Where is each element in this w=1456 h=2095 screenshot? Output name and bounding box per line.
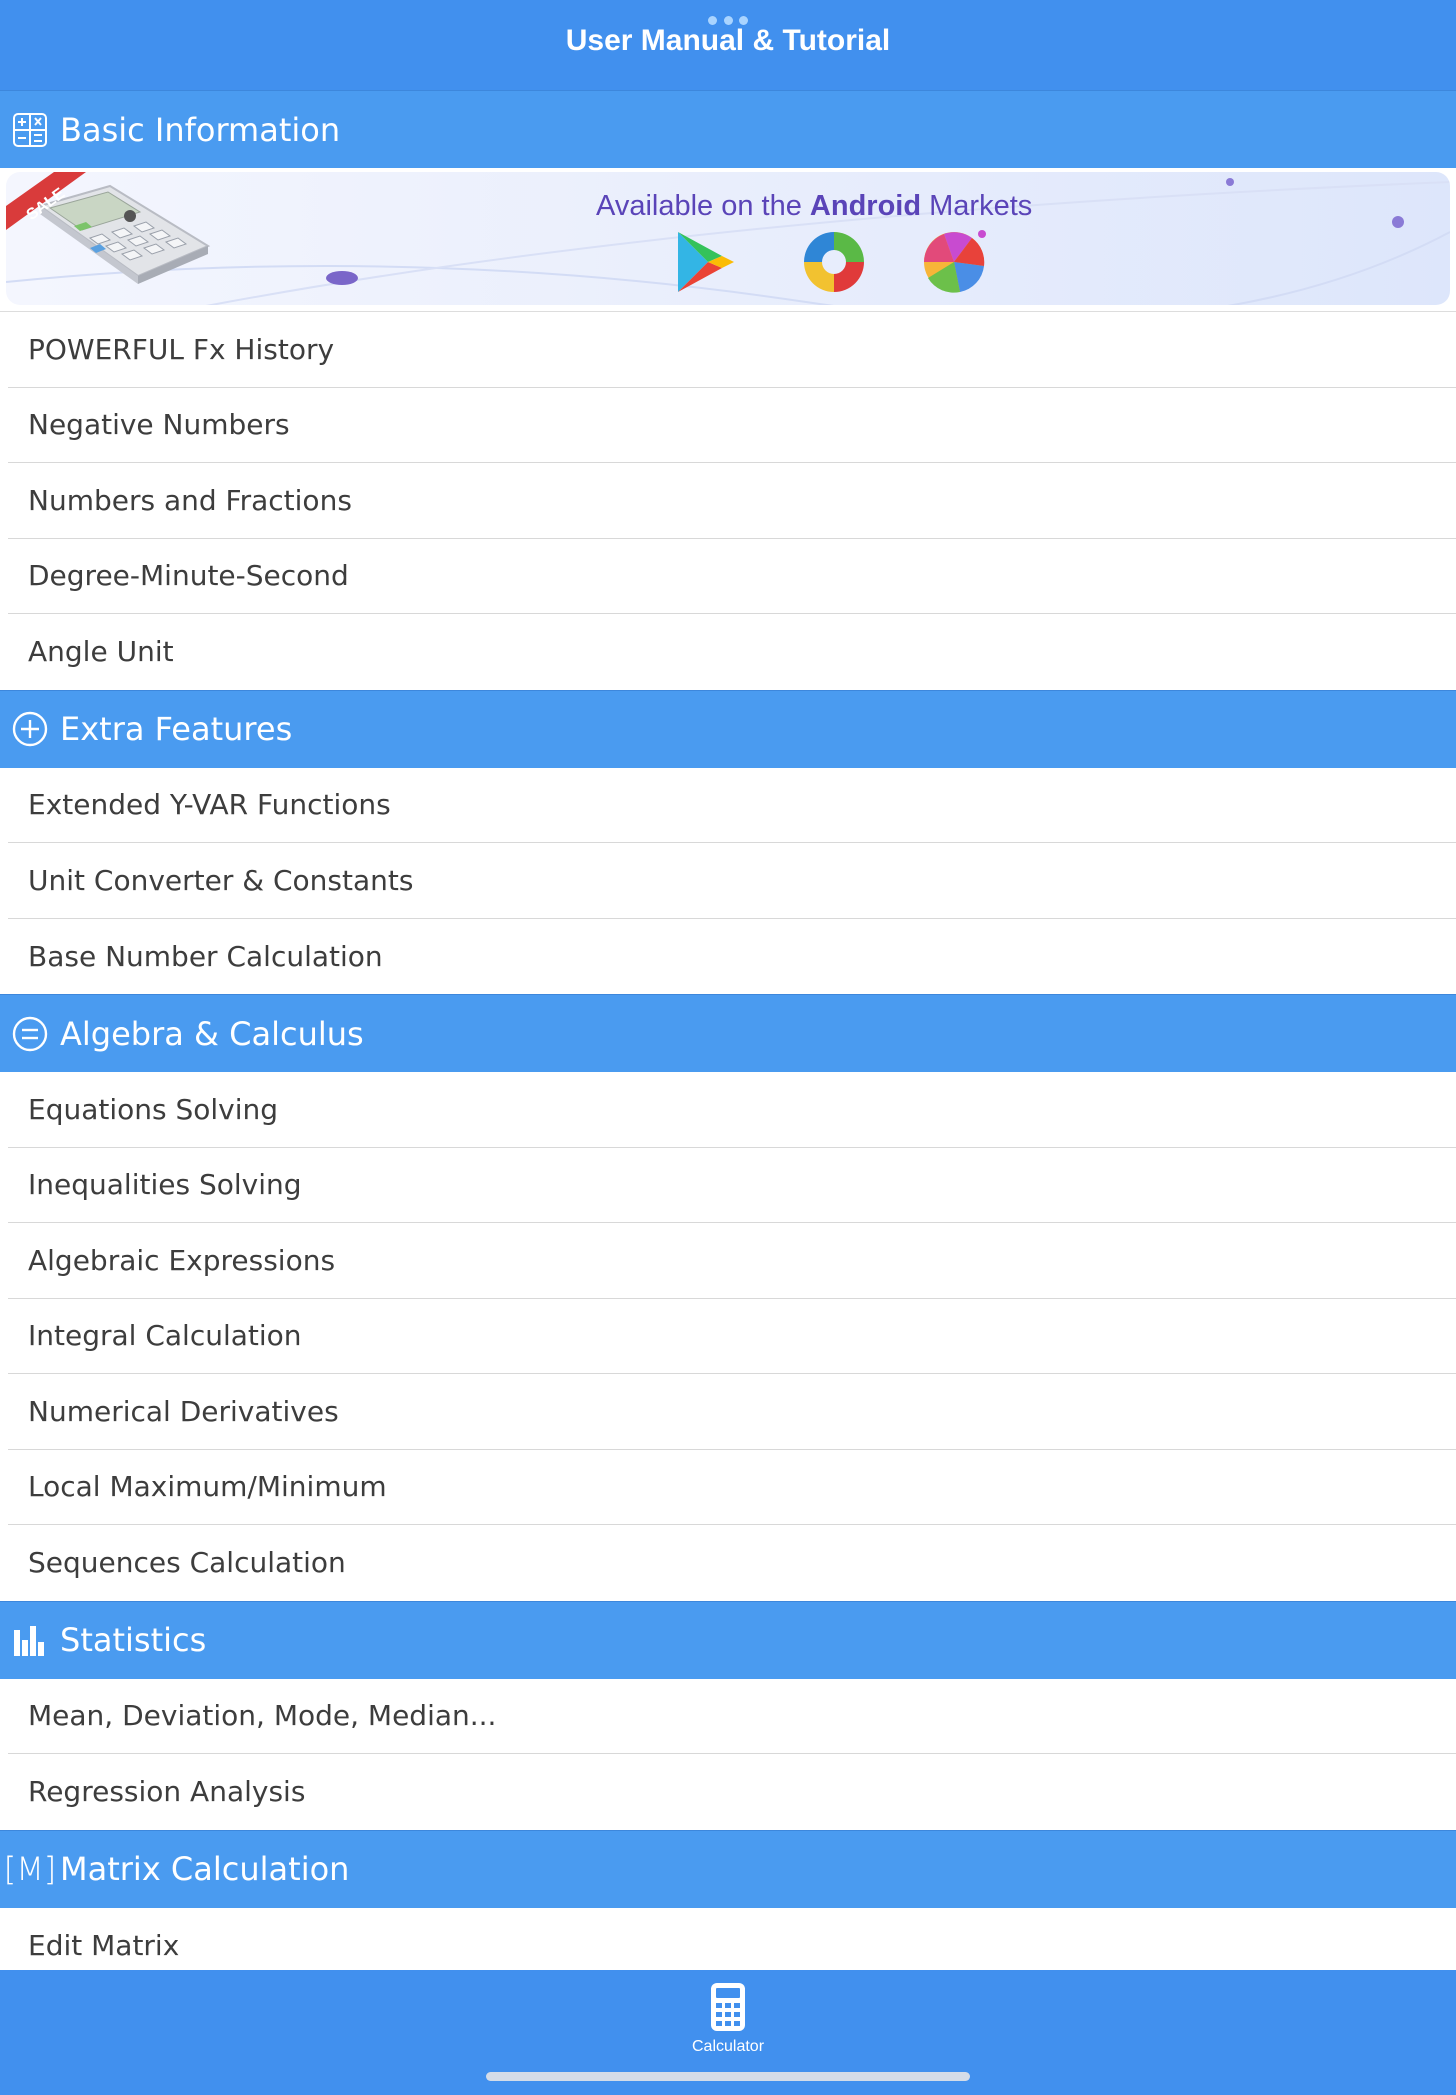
app-market-petals-icon bbox=[924, 230, 986, 293]
list-item[interactable]: Equations Solving bbox=[8, 1072, 1456, 1148]
list-item[interactable]: Unit Converter & Constants bbox=[8, 843, 1456, 919]
bottom-tab-bar: Calculator bbox=[0, 1970, 1456, 2095]
top-bar: User Manual & Tutorial bbox=[0, 0, 1456, 90]
list-item[interactable]: Edit Matrix bbox=[8, 1907, 1456, 1970]
list-item[interactable]: Numerical Derivatives bbox=[8, 1374, 1456, 1450]
section-header-matrix-calculation: [M] Matrix Calculation bbox=[0, 1829, 1456, 1908]
plus-circle-icon bbox=[0, 690, 60, 768]
list-item[interactable]: Algebraic Expressions bbox=[8, 1223, 1456, 1299]
section-title: Extra Features bbox=[60, 710, 293, 748]
section-header-statistics: Statistics bbox=[0, 1600, 1456, 1679]
list-item[interactable]: Regression Analysis bbox=[8, 1754, 1456, 1830]
list-item[interactable]: Mean, Deviation, Mode, Median... bbox=[8, 1678, 1456, 1754]
app-store-swirl-icon bbox=[804, 232, 864, 292]
list-item[interactable]: Angle Unit bbox=[8, 614, 1456, 690]
list-item[interactable]: Sequences Calculation bbox=[8, 1525, 1456, 1601]
list-item[interactable]: Integral Calculation bbox=[8, 1298, 1456, 1374]
section-header-extra-features: Extra Features bbox=[0, 689, 1456, 768]
manual-list[interactable]: Basic Information SALE Available on the … bbox=[0, 90, 1456, 1970]
equals-circle-icon bbox=[0, 995, 60, 1073]
calculator-icon bbox=[711, 1983, 745, 2031]
banner-headline: Available on the Android Markets bbox=[596, 190, 1033, 222]
section-header-basic-information: Basic Information bbox=[0, 90, 1456, 168]
android-promo-banner[interactable]: SALE Available on the Android Markets bbox=[0, 168, 1456, 312]
section-title: Matrix Calculation bbox=[60, 1850, 350, 1888]
tab-calculator[interactable]: Calculator bbox=[668, 1982, 788, 2062]
section-title: Basic Information bbox=[60, 110, 341, 149]
list-item[interactable]: Inequalities Solving bbox=[8, 1147, 1456, 1223]
section-header-algebra-calculus: Algebra & Calculus bbox=[0, 994, 1456, 1072]
calculator-grid-icon bbox=[0, 91, 60, 169]
list-item[interactable]: Extended Y-VAR Functions bbox=[8, 767, 1456, 843]
list-item[interactable]: Degree-Minute-Second bbox=[8, 538, 1456, 614]
list-item[interactable]: Numbers and Fractions bbox=[8, 463, 1456, 539]
list-item[interactable]: POWERFUL Fx History bbox=[8, 312, 1456, 388]
home-indicator[interactable] bbox=[486, 2072, 970, 2081]
bar-chart-icon bbox=[0, 1601, 60, 1679]
google-play-icon bbox=[678, 232, 734, 292]
section-title: Algebra & Calculus bbox=[60, 1014, 364, 1053]
page-title: User Manual & Tutorial bbox=[565, 24, 891, 57]
list-item[interactable]: Negative Numbers bbox=[8, 387, 1456, 463]
section-title: Statistics bbox=[60, 1621, 207, 1659]
tab-label: Calculator bbox=[691, 2038, 765, 2055]
matrix-m-icon: [M] bbox=[3, 1850, 57, 1888]
list-item[interactable]: Base Number Calculation bbox=[8, 918, 1456, 994]
list-item[interactable]: Local Maximum/Minimum bbox=[8, 1449, 1456, 1525]
